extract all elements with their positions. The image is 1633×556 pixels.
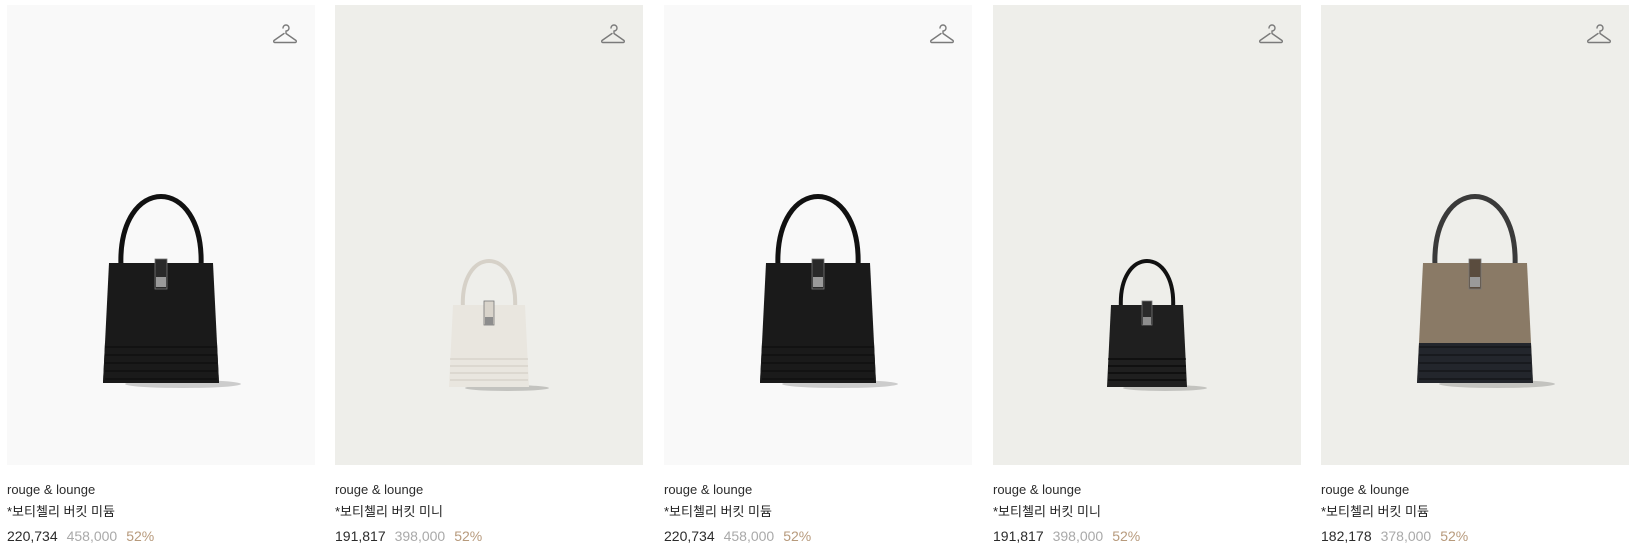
product-image[interactable] — [7, 5, 315, 465]
sale-price: 182,178 — [1321, 528, 1372, 544]
product-card[interactable]: rouge & lounge *보티첼리 버킷 미니 191,817 398,00… — [993, 5, 1301, 545]
price-row: 182,178 378,000 52% — [1321, 528, 1629, 545]
discount-rate: 52% — [126, 528, 155, 544]
product-name[interactable]: *보티첼리 버킷 미니 — [993, 504, 1301, 520]
product-card[interactable]: rouge & lounge *보티첼리 버킷 미듐 182,178 378,00… — [1321, 5, 1629, 545]
product-name[interactable]: *보티첼리 버킷 미듐 — [1321, 504, 1629, 520]
product-card[interactable]: rouge & lounge *보티첼리 버킷 미듐 220,734 458,00… — [664, 5, 972, 545]
product-name[interactable]: *보티첼리 버킷 미듐 — [664, 504, 972, 520]
product-image[interactable] — [664, 5, 972, 465]
product-card[interactable]: rouge & lounge *보티첼리 버킷 미듐 220,734 458,00… — [7, 5, 315, 545]
price-row: 191,817 398,000 52% — [993, 528, 1301, 545]
hanger-icon[interactable] — [929, 22, 955, 44]
product-image[interactable] — [993, 5, 1301, 465]
hanger-icon[interactable] — [272, 22, 298, 44]
discount-rate: 52% — [783, 528, 812, 544]
product-brand[interactable]: rouge & lounge — [7, 482, 315, 498]
product-card[interactable]: rouge & lounge *보티첼리 버킷 미니 191,817 398,00… — [335, 5, 643, 545]
hanger-icon[interactable] — [1258, 22, 1284, 44]
original-price: 458,000 — [723, 528, 775, 544]
price-row: 220,734 458,000 52% — [664, 528, 972, 545]
product-grid: rouge & lounge *보티첼리 버킷 미듐 220,734 458,00… — [0, 0, 1633, 556]
product-image[interactable] — [335, 5, 643, 465]
product-name[interactable]: *보티첼리 버킷 미니 — [335, 504, 643, 520]
hanger-icon[interactable] — [1586, 22, 1612, 44]
product-brand[interactable]: rouge & lounge — [335, 482, 643, 498]
original-price: 378,000 — [1380, 528, 1432, 544]
bag-image — [760, 194, 898, 388]
sale-price: 220,734 — [664, 528, 715, 544]
original-price: 398,000 — [1052, 528, 1104, 544]
product-brand[interactable]: rouge & lounge — [1321, 482, 1629, 498]
product-brand[interactable]: rouge & lounge — [993, 482, 1301, 498]
sale-price: 191,817 — [335, 528, 386, 544]
sale-price: 220,734 — [7, 528, 58, 544]
original-price: 398,000 — [394, 528, 446, 544]
discount-rate: 52% — [454, 528, 483, 544]
original-price: 458,000 — [66, 528, 118, 544]
product-image[interactable] — [1321, 5, 1629, 465]
hanger-icon[interactable] — [600, 22, 626, 44]
price-row: 220,734 458,000 52% — [7, 528, 315, 545]
product-brand[interactable]: rouge & lounge — [664, 482, 972, 498]
product-name[interactable]: *보티첼리 버킷 미듐 — [7, 504, 315, 520]
bag-image — [1417, 194, 1555, 388]
discount-rate: 52% — [1440, 528, 1469, 544]
price-row: 191,817 398,000 52% — [335, 528, 643, 545]
discount-rate: 52% — [1112, 528, 1141, 544]
bag-image — [103, 194, 241, 388]
bag-image — [449, 259, 549, 391]
bag-image — [1107, 259, 1207, 391]
sale-price: 191,817 — [993, 528, 1044, 544]
